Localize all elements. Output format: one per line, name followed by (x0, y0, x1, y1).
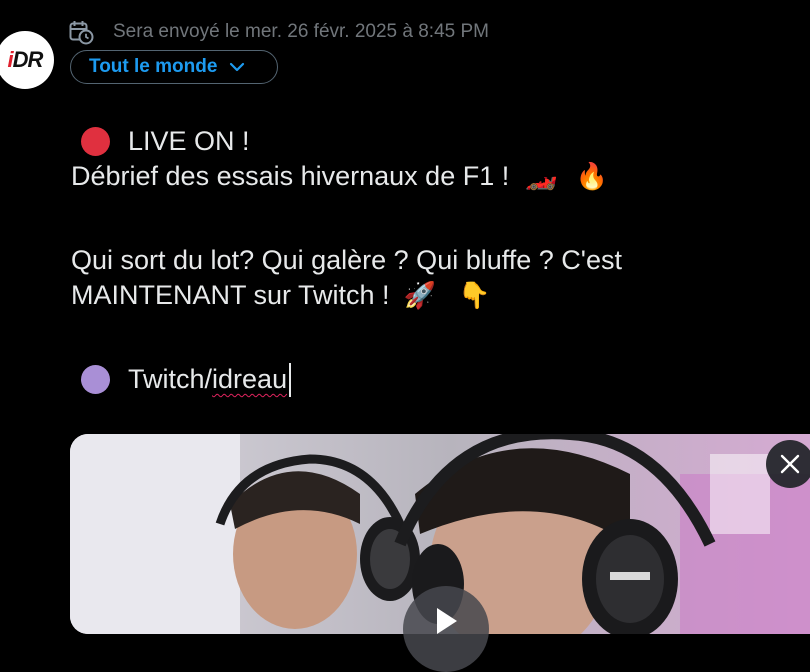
fire-emoji: 🔥 (575, 161, 608, 191)
race-car-emoji: 🏎️ (525, 161, 558, 191)
composer-empty-line (71, 313, 791, 362)
schedule-text: Sera envoyé le mer. 26 févr. 2025 à 8:45… (113, 21, 490, 42)
rocket-emoji: 🚀 (403, 280, 436, 310)
debrief-text: Débrief des essais hivernaux de F1 ! (71, 161, 510, 191)
composer-line-5: Twitch/idreau (71, 362, 791, 397)
live-on-text: LIVE ON ! (128, 126, 250, 156)
question-text: Qui sort du lot? Qui galère ? Qui bluffe… (71, 245, 622, 275)
purple-circle-emoji (81, 365, 110, 394)
composer-line-3: Qui sort du lot? Qui galère ? Qui bluffe… (71, 243, 791, 278)
pointing-down-emoji: 👇 (457, 280, 491, 310)
close-icon (780, 454, 800, 474)
red-circle-emoji (81, 127, 110, 156)
composer-empty-line (71, 194, 791, 243)
misspelled-word[interactable]: idreau (212, 362, 287, 397)
composer-line-2: Débrief des essais hivernaux de F1 ! 🏎️ … (71, 159, 791, 194)
composer-line-1: LIVE ON ! (71, 124, 791, 159)
idr-logo: iDR (7, 47, 44, 72)
remove-media-button[interactable] (766, 440, 810, 488)
tweet-composer-text[interactable]: LIVE ON ! Débrief des essais hivernaux d… (71, 124, 791, 397)
audience-selector-button[interactable]: Tout le monde (70, 50, 278, 84)
twitch-prefix-text: Twitch/ (128, 364, 213, 394)
play-icon (437, 608, 457, 634)
schedule-info: Sera envoyé le mer. 26 févr. 2025 à 8:45… (68, 19, 489, 45)
chevron-down-icon (230, 62, 245, 72)
audience-label: Tout le monde (89, 56, 218, 77)
calendar-clock-icon (69, 21, 94, 45)
play-button[interactable] (403, 586, 489, 672)
avatar[interactable]: iDR (0, 31, 54, 89)
maintenant-text: MAINTENANT sur Twitch ! (71, 280, 390, 310)
composer-line-4: MAINTENANT sur Twitch ! 🚀 👇 (71, 278, 791, 313)
text-caret (289, 362, 292, 397)
